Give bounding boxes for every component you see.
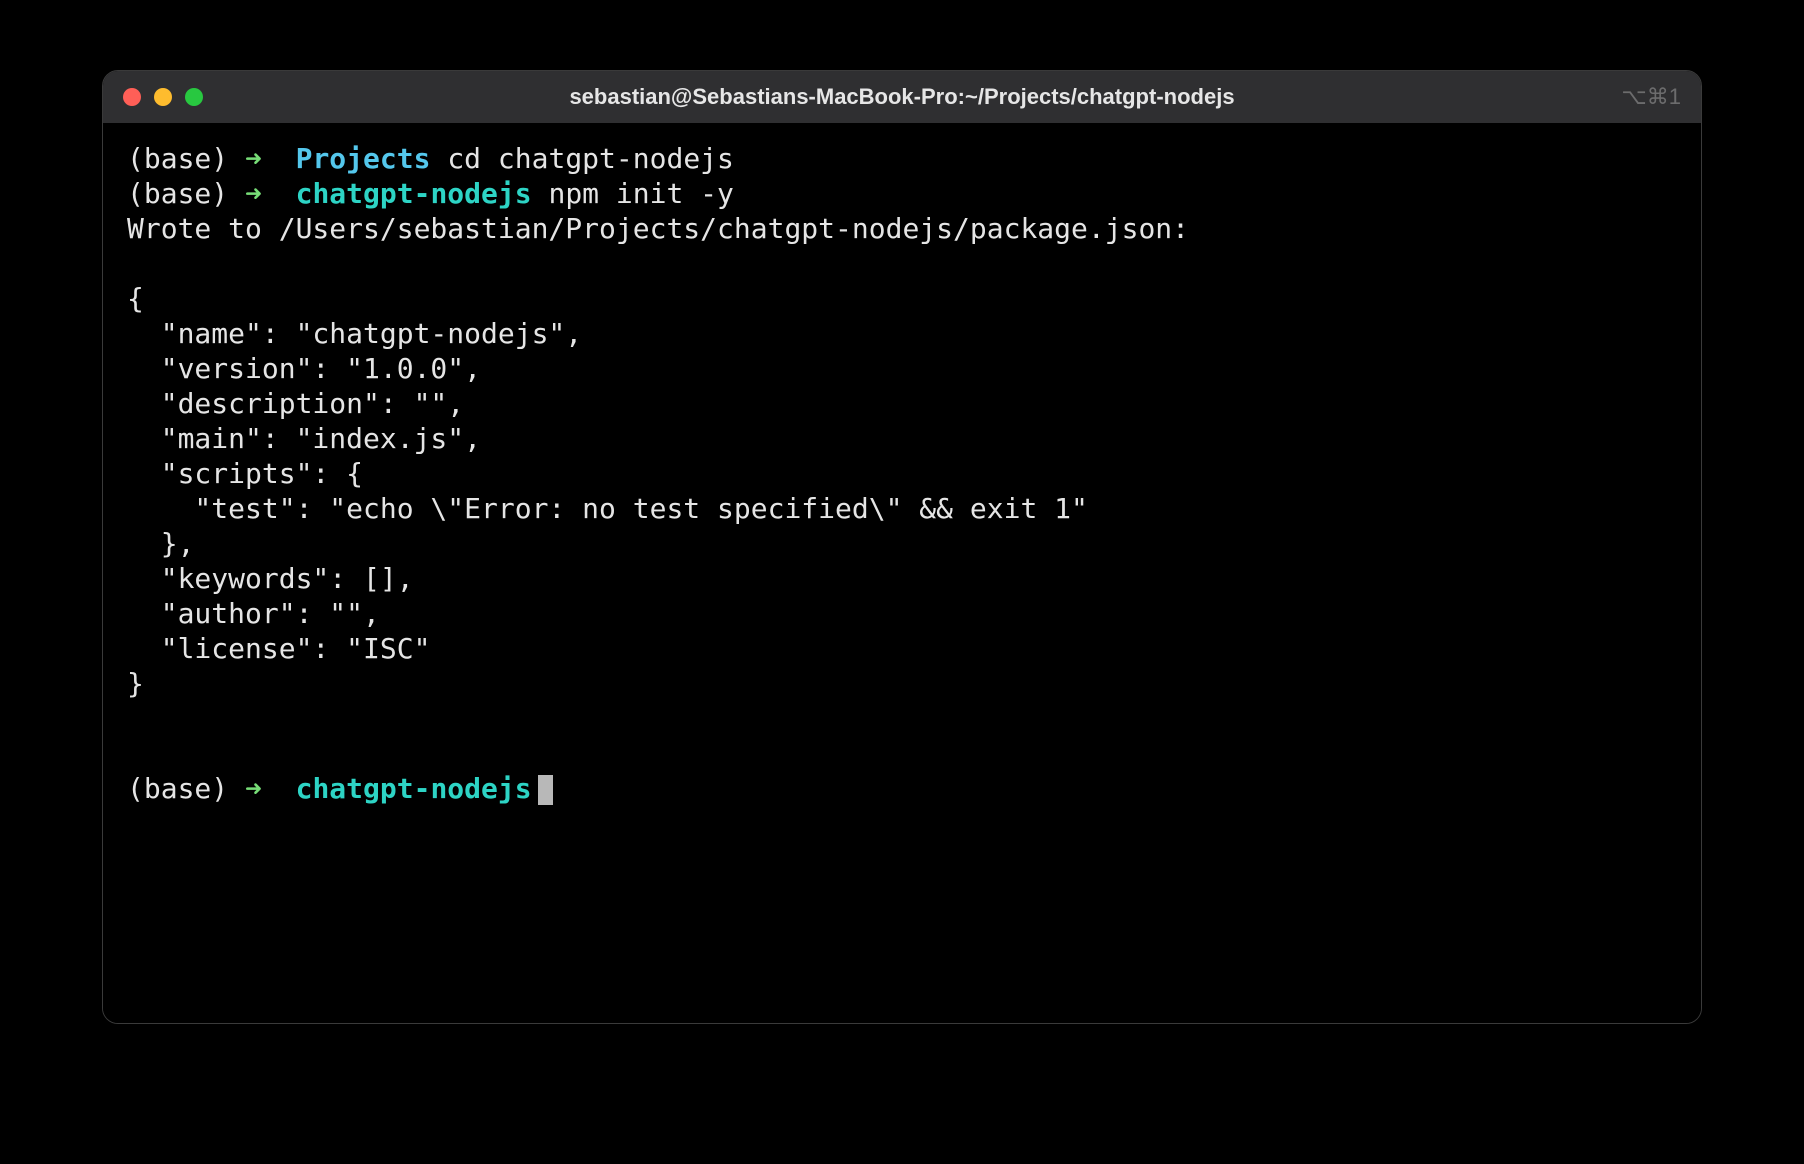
output-line: "test": "echo \"Error: no test specified… [127,491,1677,526]
prompt-line: (base) ➜ Projects cd chatgpt-nodejs [127,141,1677,176]
blank-line [127,736,1677,771]
titlebar[interactable]: sebastian@Sebastians-MacBook-Pro:~/Proje… [103,71,1701,123]
output-line: "description": "", [127,386,1677,421]
output-line: { [127,281,1677,316]
prompt-arrow-icon: ➜ [245,142,262,175]
traffic-lights [123,88,203,106]
output-line: "author": "", [127,596,1677,631]
env-name: (base) [127,772,228,805]
blank-line [127,246,1677,281]
env-name: (base) [127,142,228,175]
output-line: Wrote to /Users/sebastian/Projects/chatg… [127,211,1677,246]
shortcut-hint: ⌥⌘1 [1621,84,1681,110]
current-dir: chatgpt-nodejs [296,177,532,210]
window-title: sebastian@Sebastians-MacBook-Pro:~/Proje… [103,84,1701,110]
close-icon[interactable] [123,88,141,106]
terminal-window: sebastian@Sebastians-MacBook-Pro:~/Proje… [102,70,1702,1024]
maximize-icon[interactable] [185,88,203,106]
output-line: "version": "1.0.0", [127,351,1677,386]
output-line: "license": "ISC" [127,631,1677,666]
output-line: "name": "chatgpt-nodejs", [127,316,1677,351]
prompt-arrow-icon: ➜ [245,177,262,210]
terminal-body[interactable]: (base) ➜ Projects cd chatgpt-nodejs (bas… [103,123,1701,1023]
prompt-arrow-icon: ➜ [245,772,262,805]
output-line: } [127,666,1677,701]
cursor-icon [538,775,553,805]
blank-line [127,701,1677,736]
minimize-icon[interactable] [154,88,172,106]
output-line: }, [127,526,1677,561]
command-text: cd chatgpt-nodejs [447,142,734,175]
env-name: (base) [127,177,228,210]
output-line: "main": "index.js", [127,421,1677,456]
prompt-line[interactable]: (base) ➜ chatgpt-nodejs [127,771,1677,806]
output-line: "scripts": { [127,456,1677,491]
current-dir: chatgpt-nodejs [296,772,532,805]
prompt-line: (base) ➜ chatgpt-nodejs npm init -y [127,176,1677,211]
output-line: "keywords": [], [127,561,1677,596]
current-dir: Projects [296,142,431,175]
command-text: npm init -y [548,177,733,210]
